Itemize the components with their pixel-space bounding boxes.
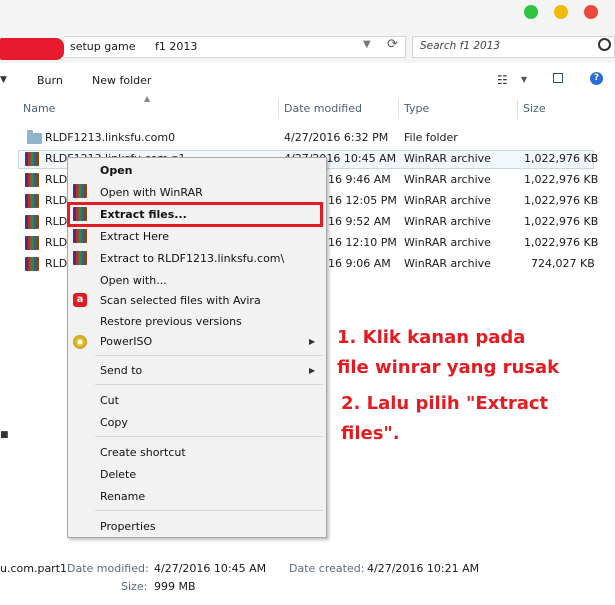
menu-extract-here[interactable]: Extract Here (100, 230, 169, 243)
column-size[interactable]: Size (523, 102, 546, 115)
file-name: RLD (45, 173, 68, 186)
search-icon[interactable] (598, 38, 611, 51)
close-button[interactable] (584, 5, 598, 19)
preview-pane-icon[interactable] (553, 73, 563, 83)
file-type: WinRAR archive (404, 152, 491, 165)
annotation-step2-line1: 2. Lalu pilih "Extract (341, 393, 549, 414)
column-name[interactable]: Name (23, 102, 55, 115)
menu-poweriso[interactable]: PowerISO (100, 335, 152, 348)
annotation-step2-line2: files". (341, 423, 400, 444)
file-type: File folder (404, 131, 458, 144)
menu-open[interactable]: Open (100, 164, 133, 177)
menu-send-to[interactable]: Send to (100, 364, 142, 377)
column-date-modified[interactable]: Date modified (284, 102, 362, 115)
menu-extract-to[interactable]: Extract to RLDF1213.linksfu.com\ (100, 252, 284, 265)
menu-restore-versions[interactable]: Restore previous versions (100, 315, 242, 328)
details-date-modified-label: Date modified: (67, 562, 149, 575)
winrar-icon (25, 257, 39, 271)
file-type: WinRAR archive (404, 236, 491, 249)
burn-button[interactable]: Burn (37, 74, 63, 87)
menu-copy[interactable]: Copy (100, 416, 128, 429)
menu-create-shortcut[interactable]: Create shortcut (100, 446, 186, 459)
extract-files-highlight (67, 202, 323, 227)
folder-icon (27, 130, 42, 144)
annotation-step1-line2: file winrar yang rusak (337, 357, 560, 378)
refresh-icon[interactable]: ⟳ (387, 37, 398, 52)
file-name: RLD (45, 236, 68, 249)
new-folder-button[interactable]: New folder (92, 74, 151, 87)
file-type: WinRAR archive (404, 257, 491, 270)
file-date: 16 9:52 AM (328, 215, 391, 228)
sort-caret-icon: ▲ (144, 94, 151, 103)
breadcrumb-f1-2013[interactable]: f1 2013 (155, 40, 197, 53)
avira-icon: a (73, 293, 87, 307)
breadcrumb-setup-game[interactable]: setup game (70, 40, 135, 53)
menu-properties[interactable]: Properties (100, 520, 156, 533)
search-placeholder: Search f1 2013 (420, 40, 501, 52)
menu-separator (95, 355, 323, 356)
details-filename: u.com.part1 (0, 562, 68, 575)
winrar-icon (25, 215, 39, 229)
file-type: WinRAR archive (404, 194, 491, 207)
file-date: 16 9:06 AM (328, 257, 391, 270)
winrar-icon (73, 229, 87, 243)
column-divider[interactable] (398, 99, 399, 119)
poweriso-icon (73, 335, 87, 349)
menu-separator (95, 510, 323, 511)
file-size: 1,022,976 KB (524, 173, 599, 186)
file-size: 1,022,976 KB (524, 236, 599, 249)
file-size: 1,022,976 KB (524, 215, 599, 228)
details-date-modified: 4/27/2016 10:45 AM (154, 562, 267, 575)
details-size-label: Size: (121, 580, 148, 593)
winrar-icon (25, 236, 39, 250)
file-name: RLD (45, 215, 68, 228)
file-date: 16 12:05 PM (328, 194, 397, 207)
details-date-created: 4/27/2016 10:21 AM (367, 562, 480, 575)
menu-cut[interactable]: Cut (100, 394, 119, 407)
winrar-icon (25, 194, 39, 208)
details-pane (0, 553, 615, 605)
winrar-icon (73, 184, 87, 198)
file-size: 724,027 KB (531, 257, 595, 270)
file-date: 16 12:10 PM (328, 236, 397, 249)
submenu-arrow-icon: ▶ (309, 337, 316, 346)
maximize-button[interactable] (524, 5, 538, 19)
menu-open-with-winrar[interactable]: Open with WinRAR (100, 186, 203, 199)
winrar-icon (73, 251, 87, 265)
submenu-arrow-icon: ▶ (309, 366, 316, 375)
file-date: 4/27/2016 6:32 PM (284, 131, 389, 144)
winrar-icon (25, 173, 39, 187)
file-size: 1,022,976 KB (524, 152, 599, 165)
file-date: 16 9:46 AM (328, 173, 391, 186)
menu-scan-avira[interactable]: Scan selected files with Avira (100, 294, 261, 307)
winrar-icon (25, 152, 39, 166)
file-name: RLD (45, 194, 68, 207)
minimize-button[interactable] (554, 5, 568, 19)
column-divider[interactable] (278, 99, 279, 119)
menu-open-with[interactable]: Open with... (100, 274, 167, 287)
column-divider[interactable] (517, 99, 518, 119)
details-date-created-label: Date created: (289, 562, 365, 575)
file-name: RLDF1213.linksfu.com0 (45, 131, 176, 144)
column-type[interactable]: Type (404, 102, 429, 115)
nav-pane-edge-icon: ■ (0, 430, 9, 440)
redacted-path (0, 38, 64, 60)
file-type: WinRAR archive (404, 173, 491, 186)
organize-dropdown-icon[interactable]: ▼ (0, 75, 7, 85)
view-options-icon[interactable]: ☷ (497, 73, 508, 87)
title-bar (0, 0, 615, 30)
file-row-0[interactable]: RLDF1213.linksfu.com0 4/27/2016 6:32 PM … (0, 128, 615, 149)
annotation-step1-line1: 1. Klik kanan pada (337, 327, 526, 348)
menu-delete[interactable]: Delete (100, 468, 136, 481)
menu-rename[interactable]: Rename (100, 490, 145, 503)
details-size: 999 MB (154, 580, 196, 593)
menu-separator (95, 384, 323, 385)
file-size: 1,022,976 KB (524, 194, 599, 207)
file-name: RLD (45, 257, 68, 270)
menu-separator (95, 436, 323, 437)
file-type: WinRAR archive (404, 215, 491, 228)
address-dropdown-icon[interactable]: ▼ (363, 39, 371, 50)
help-icon[interactable]: ? (590, 72, 603, 85)
view-dropdown-icon[interactable]: ▼ (521, 75, 527, 84)
